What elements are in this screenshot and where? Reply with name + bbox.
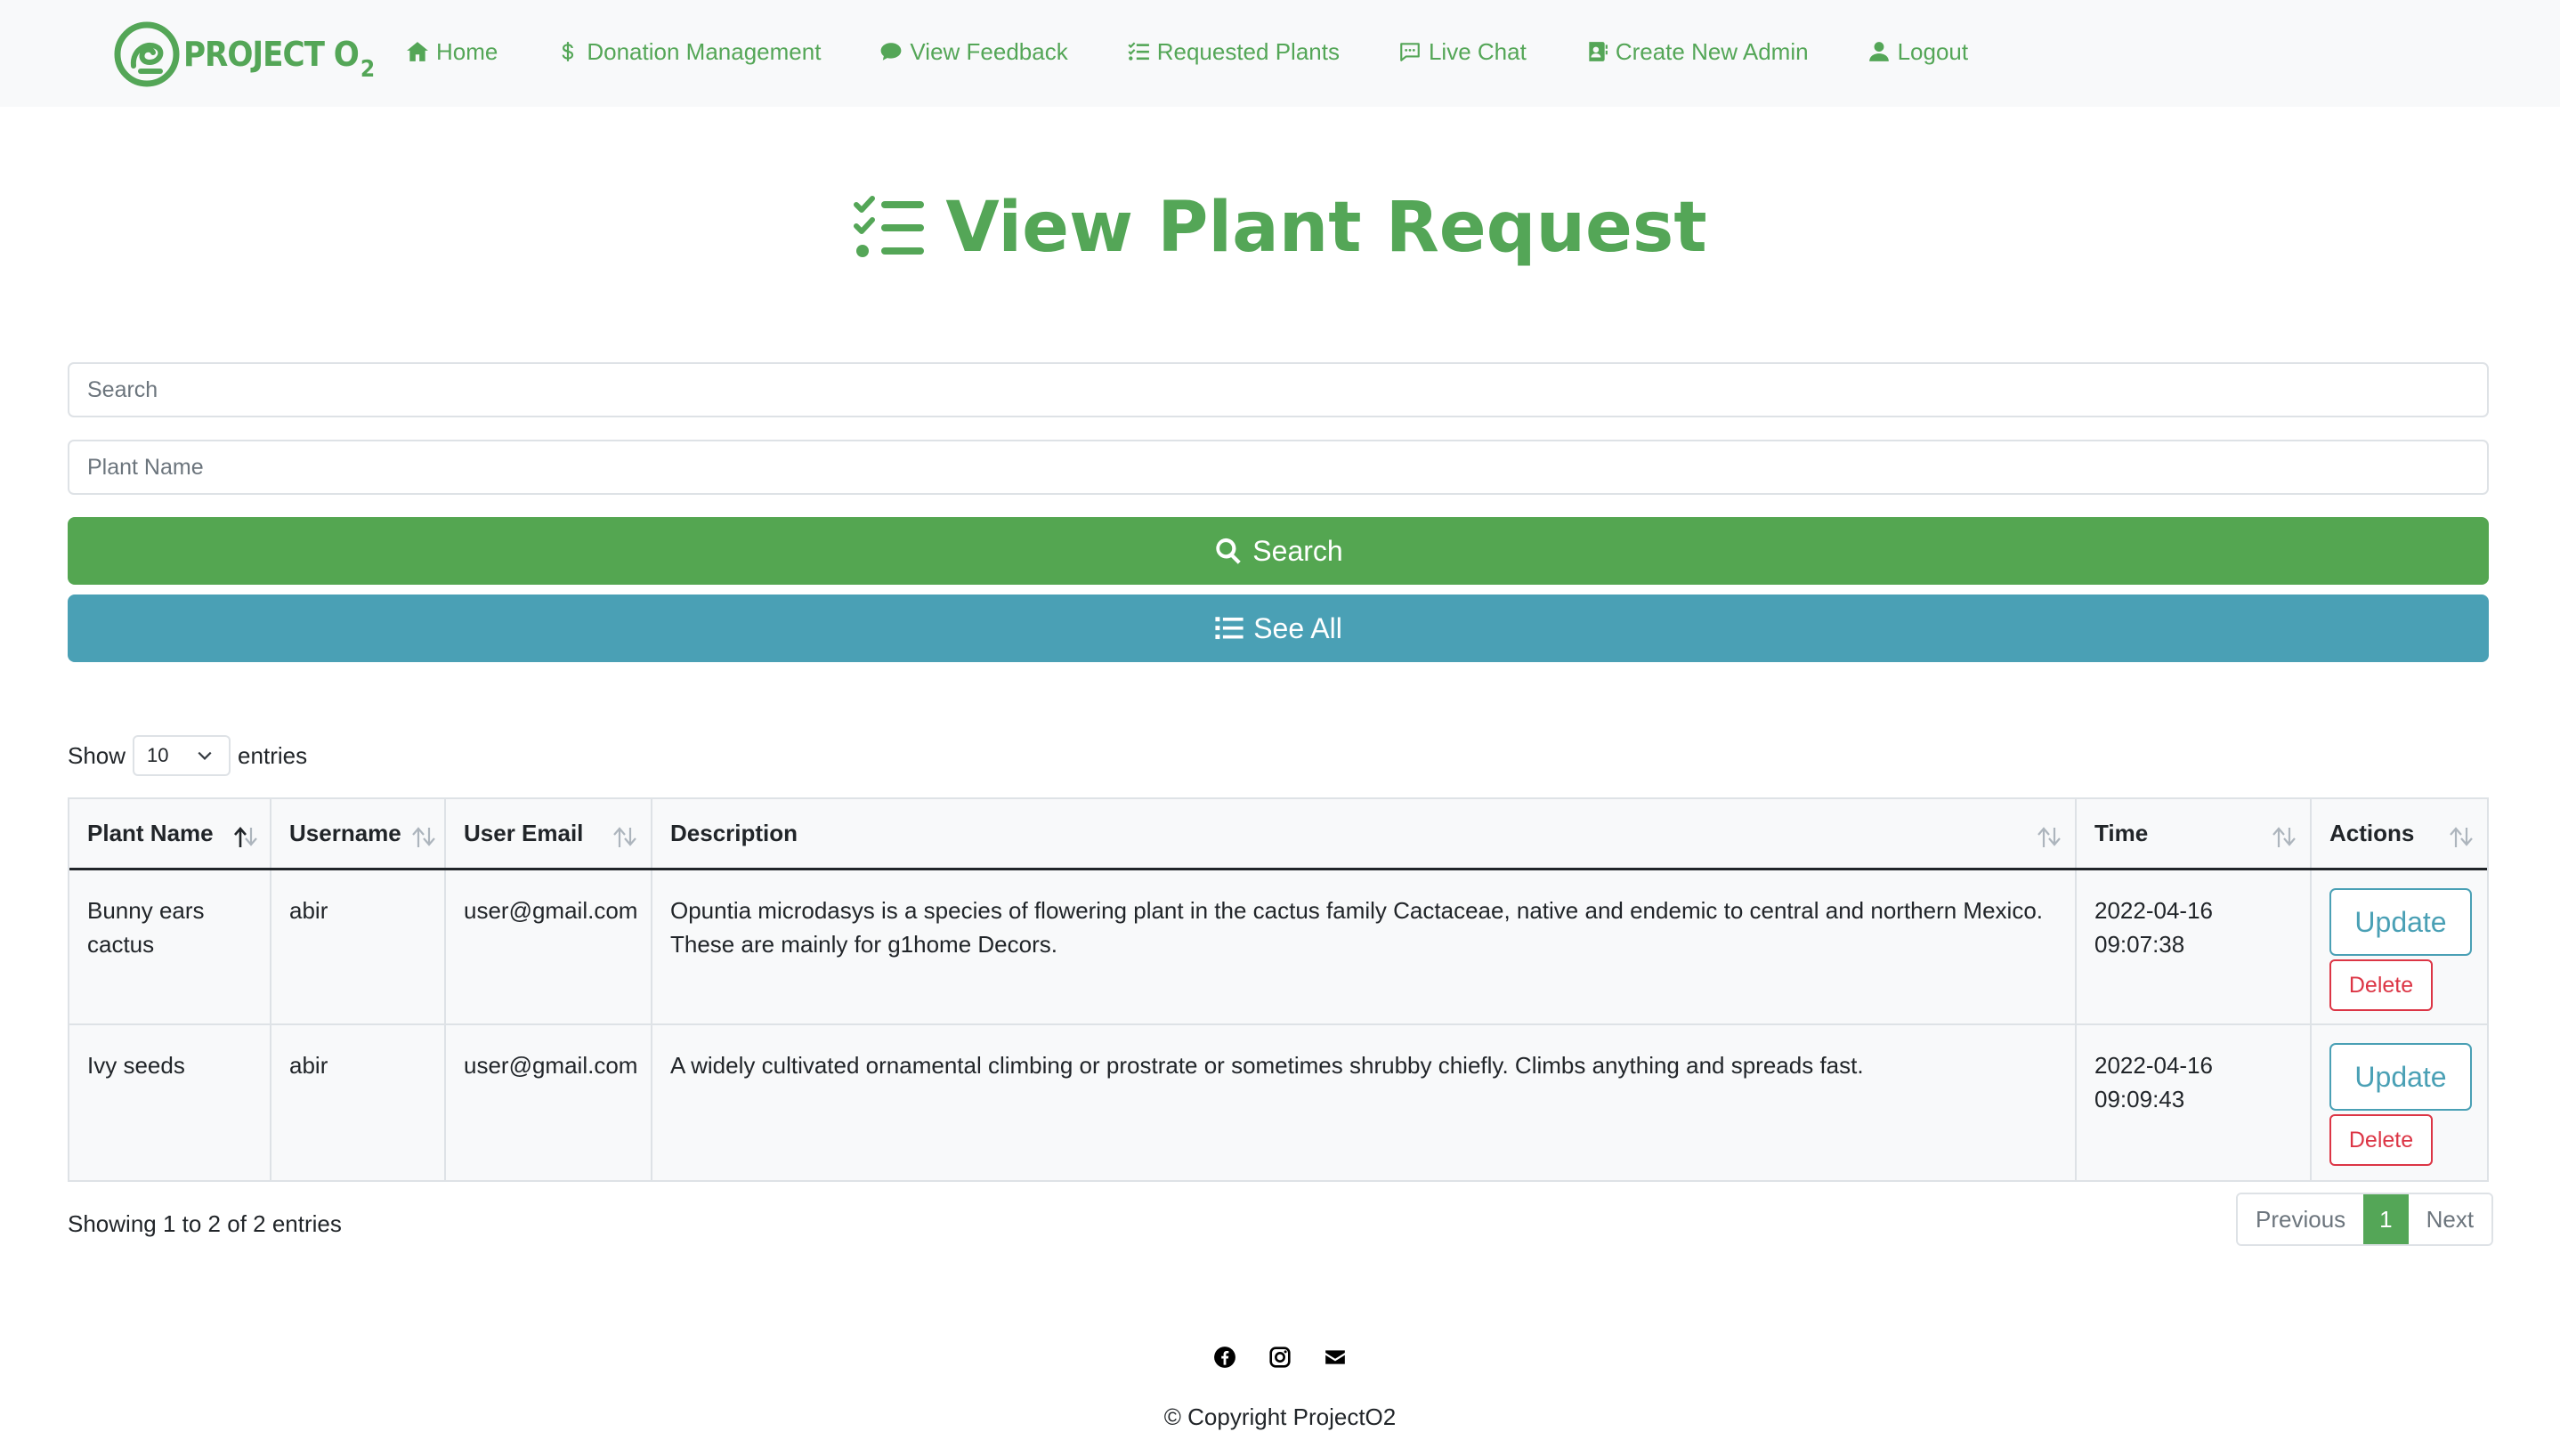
brand-name: PROJECT O2 <box>183 35 375 83</box>
sort-icon <box>412 827 435 847</box>
update-button[interactable]: Update <box>2329 887 2472 956</box>
sort-icon <box>613 827 636 847</box>
column-header-time[interactable]: Time <box>2076 799 2312 870</box>
sort-icon <box>2450 827 2473 847</box>
search-input[interactable] <box>68 362 2489 417</box>
sort-icon <box>2037 827 2061 847</box>
column-header-actions[interactable]: Actions <box>2311 799 2487 870</box>
update-button[interactable]: Update <box>2329 1043 2472 1111</box>
cell-user-email: user@gmail.com <box>445 869 652 1025</box>
search-button-label: Search <box>1252 534 1343 567</box>
column-header-label: Description <box>670 819 798 846</box>
envelope-icon[interactable] <box>1324 1346 1347 1369</box>
dollar-icon <box>562 42 574 61</box>
nav-create-new-admin[interactable]: Create New Admin <box>1585 38 1809 66</box>
nav-view-feedback[interactable]: View Feedback <box>879 37 1068 66</box>
pagination-previous[interactable]: Previous <box>2238 1194 2364 1244</box>
cell-user-email: user@gmail.com <box>445 1024 652 1180</box>
cell-username: abir <box>271 1024 446 1180</box>
entries-label: entries <box>238 741 308 769</box>
show-label: Show <box>68 741 126 769</box>
navbar: PROJECT O2 Home Donation Management View… <box>0 0 2560 107</box>
nav-logout[interactable]: Logout <box>1867 37 1969 66</box>
cell-username: abir <box>271 869 446 1025</box>
cell-plant-name: Bunny ears cactus <box>69 869 271 1025</box>
column-header-username[interactable]: Username <box>271 799 446 870</box>
project-o2-logo-icon <box>114 21 180 87</box>
nav-feedback-label: View Feedback <box>910 37 1068 65</box>
column-header-plant-name[interactable]: Plant Name <box>69 799 271 870</box>
table-header-row: Plant Name Username User Email Descripti… <box>69 799 2487 870</box>
pagination-next[interactable]: Next <box>2408 1194 2492 1244</box>
list-check-icon <box>854 196 925 257</box>
column-header-label: Time <box>2094 819 2149 846</box>
plant-name-input[interactable] <box>68 440 2489 495</box>
house-icon <box>407 42 428 61</box>
facebook-icon[interactable] <box>1213 1346 1236 1369</box>
sort-ascending-icon <box>234 827 257 847</box>
cell-description: A widely cultivated ornamental climbing … <box>652 1024 2077 1180</box>
delete-button[interactable]: Delete <box>2329 959 2433 1011</box>
brand-subscript: 2 <box>360 56 375 83</box>
social-links <box>0 1346 2560 1369</box>
page-title: View Plant Request <box>0 183 2560 272</box>
pagination-page-1[interactable]: 1 <box>2363 1194 2409 1244</box>
table-info: Showing 1 to 2 of 2 entries <box>68 1210 342 1237</box>
chat-icon <box>1400 43 1420 61</box>
column-header-label: Username <box>289 819 401 846</box>
nav-home-label: Home <box>436 37 498 65</box>
nav-home[interactable]: Home <box>406 38 498 66</box>
nav-create-admin-label: Create New Admin <box>1615 37 1809 65</box>
column-header-label: Plant Name <box>87 819 214 846</box>
comment-icon <box>881 43 902 61</box>
search-icon <box>1216 538 1242 564</box>
copyright-text: © Copyright ProjectO2 <box>1163 1403 1397 1430</box>
nav-requested-plants-label: Requested Plants <box>1156 37 1340 65</box>
cell-description: Opuntia microdasys is a species of flowe… <box>652 869 2077 1025</box>
pagination: Previous 1 Next <box>2236 1193 2494 1246</box>
column-header-label: User Email <box>464 819 584 846</box>
column-header-label: Actions <box>2329 819 2415 846</box>
table-row: Bunny ears cactus abir user@gmail.com Op… <box>69 869 2487 1025</box>
address-book-icon <box>1589 42 1608 61</box>
cell-time: 2022-04-16 09:09:43 <box>2076 1024 2312 1180</box>
brand-name-text: PROJECT O <box>183 35 360 74</box>
nav-links: Home Donation Management View Feedback R… <box>406 32 2027 71</box>
nav-live-chat[interactable]: Live Chat <box>1398 38 1527 66</box>
instagram-icon[interactable] <box>1268 1346 1292 1369</box>
brand-logo-link[interactable]: PROJECT O2 <box>114 21 375 87</box>
column-header-description[interactable]: Description <box>652 799 2077 870</box>
nav-donation-label: Donation Management <box>587 37 822 65</box>
see-all-button-label: See All <box>1253 611 1342 644</box>
entries-length-select[interactable]: 10 <box>133 735 231 776</box>
nav-logout-label: Logout <box>1897 37 1969 65</box>
plant-request-table: Plant Name Username User Email Descripti… <box>68 797 2489 1182</box>
sort-icon <box>2272 827 2296 847</box>
list-check-icon <box>1128 42 1149 61</box>
delete-button[interactable]: Delete <box>2329 1114 2433 1166</box>
nav-donation-management[interactable]: Donation Management <box>556 38 821 66</box>
column-header-user-email[interactable]: User Email <box>445 799 652 870</box>
cell-actions: Update Delete <box>2311 869 2487 1025</box>
cell-plant-name: Ivy seeds <box>69 1024 271 1180</box>
search-button[interactable]: Search <box>68 517 2489 585</box>
table-row: Ivy seeds abir user@gmail.com A widely c… <box>69 1024 2487 1180</box>
list-icon <box>1215 617 1244 640</box>
user-icon <box>1868 42 1889 61</box>
entries-length-control: Show 10 entries <box>68 735 307 776</box>
nav-live-chat-label: Live Chat <box>1428 37 1527 65</box>
nav-requested-plants[interactable]: Requested Plants <box>1127 38 1340 66</box>
entries-length-value: 10 <box>147 744 169 766</box>
page-title-text: View Plant Request <box>945 188 1707 268</box>
see-all-button[interactable]: See All <box>68 595 2489 662</box>
chevron-down-icon <box>198 751 212 760</box>
cell-time: 2022-04-16 09:07:38 <box>2076 869 2312 1025</box>
cell-actions: Update Delete <box>2311 1024 2487 1180</box>
